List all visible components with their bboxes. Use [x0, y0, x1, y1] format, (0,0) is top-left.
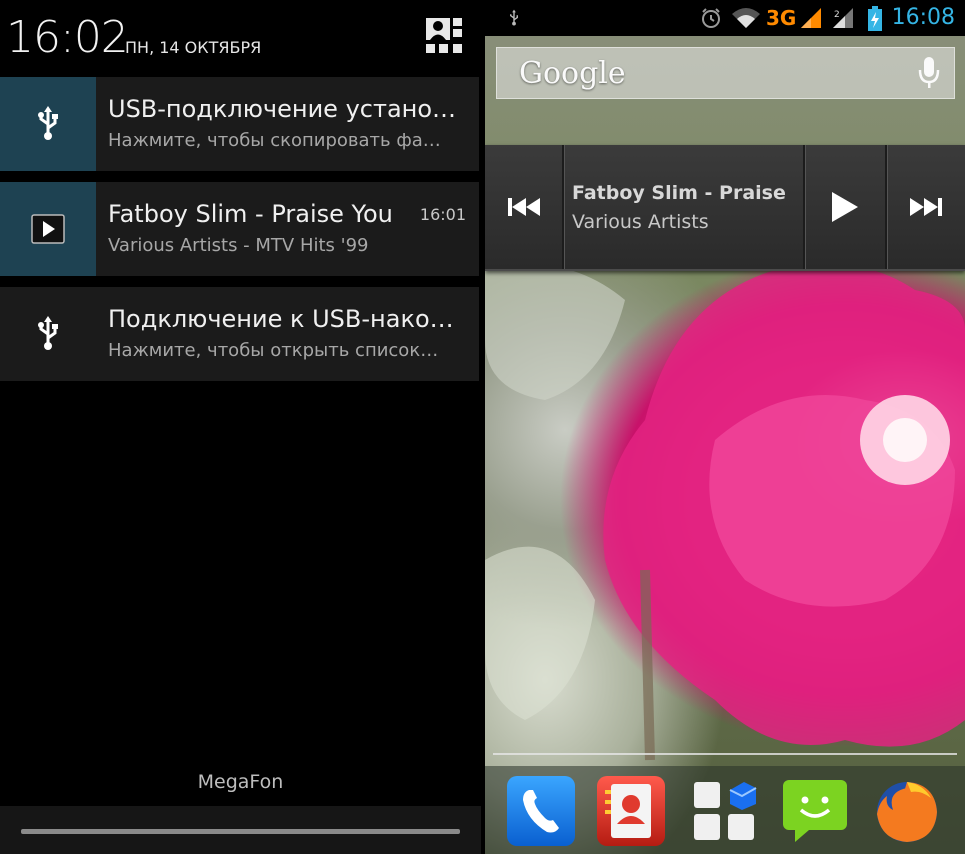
carrier-label: MegaFon — [197, 771, 284, 793]
previous-icon — [507, 198, 540, 216]
apps-grid-icon[interactable] — [690, 776, 758, 846]
notification-text: Нажмите, чтобы открыть список… — [108, 340, 439, 361]
next-icon — [910, 198, 942, 216]
messaging-app-icon[interactable] — [781, 776, 849, 846]
notification-text: Нажмите, чтобы скопировать фа… — [108, 130, 441, 151]
track-title[interactable]: Fatboy Slim - Praise Yo — [572, 182, 792, 204]
notification-usb-connected[interactable]: USB-подключение установ… Нажмите, чтобы … — [0, 77, 479, 171]
shade-drag-handle[interactable] — [0, 806, 481, 854]
wifi-icon — [731, 6, 761, 34]
notification-music[interactable]: Fatboy Slim - Praise You 16:01 Various A… — [0, 182, 479, 276]
shade-clock: 16:02 — [6, 12, 129, 63]
handle-line — [21, 829, 460, 834]
phone-app-icon[interactable] — [507, 776, 575, 846]
track-artist: Various Artists — [572, 211, 709, 233]
home-screen: 3G 2 16:08 Google Fatboy Slim - Praise Y… — [485, 0, 965, 854]
notification-title: USB-подключение установ… — [108, 95, 464, 123]
mic-icon[interactable] — [918, 56, 940, 94]
alarm-icon — [700, 7, 722, 33]
google-search-bar[interactable]: Google — [496, 47, 955, 99]
firefox-app-icon[interactable] — [873, 776, 941, 846]
svg-text:2: 2 — [834, 10, 840, 20]
next-track-button[interactable] — [887, 145, 965, 269]
notification-shade: 16:02 ПН, 14 ОКТЯБРЯ USB-подключение уст… — [0, 0, 481, 854]
usb-icon — [507, 8, 521, 32]
shade-date: ПН, 14 ОКТЯБРЯ — [125, 38, 262, 57]
shade-header: 16:02 ПН, 14 ОКТЯБРЯ — [0, 0, 481, 76]
status-bar: 3G 2 16:08 — [485, 0, 965, 36]
wallpaper-flower — [485, 263, 965, 761]
music-widget: Fatboy Slim - Praise Yo Various Artists — [485, 145, 965, 271]
notification-usb-storage[interactable]: Подключение к USB-накоп… Нажмите, чтобы … — [0, 287, 479, 381]
usb-icon — [0, 77, 96, 171]
signal-2-icon: 2 — [831, 6, 855, 34]
notification-text: Various Artists - MTV Hits '99 — [108, 235, 369, 256]
contacts-app-icon[interactable] — [597, 776, 665, 846]
signal-icon — [799, 6, 823, 34]
play-icon — [0, 182, 96, 276]
play-button[interactable] — [805, 145, 885, 269]
google-logo: Google — [519, 56, 626, 91]
widget-divider — [562, 145, 565, 269]
notification-title: Подключение к USB-накоп… — [108, 305, 464, 333]
network-type: 3G — [766, 6, 797, 30]
dock — [485, 766, 965, 854]
play-icon — [832, 192, 858, 222]
status-clock: 16:08 — [891, 5, 955, 30]
dock-separator — [493, 753, 957, 755]
previous-track-button[interactable] — [485, 145, 562, 269]
notification-time: 16:01 — [419, 205, 466, 224]
battery-icon — [867, 6, 883, 36]
usb-icon — [0, 287, 96, 381]
quick-settings-icon[interactable] — [422, 16, 466, 60]
notification-title: Fatboy Slim - Praise You — [108, 200, 393, 228]
